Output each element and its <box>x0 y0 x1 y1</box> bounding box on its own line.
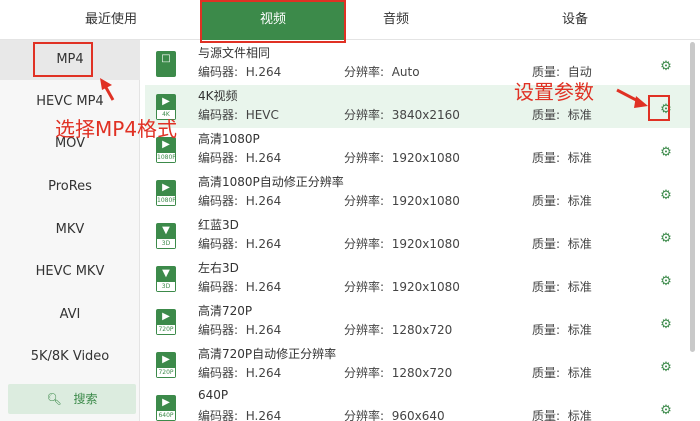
annotation-arrow-right <box>616 88 648 108</box>
